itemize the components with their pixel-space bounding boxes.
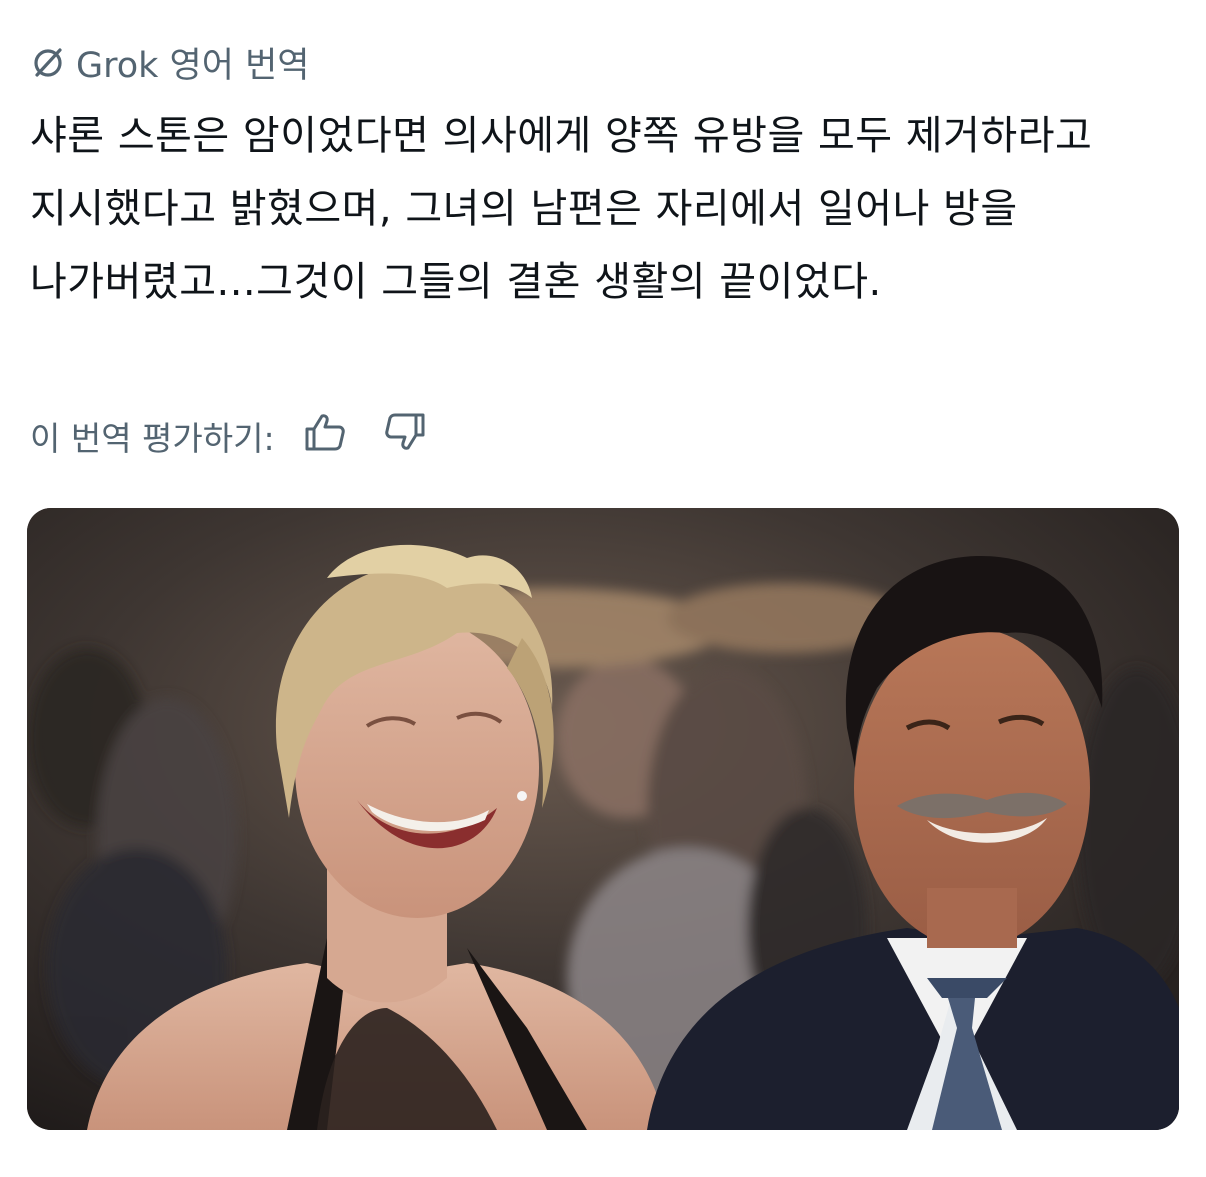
grok-translation-label: Grok 영어 번역 [76,45,310,86]
thumbs-down-icon [383,412,427,460]
thumbs-up-button[interactable] [297,410,353,462]
photo-illustration [27,508,1179,1130]
rate-translation-row: 이 번역 평가하기: [30,410,433,462]
grok-translation-header[interactable]: Grok 영어 번역 [30,38,309,86]
translated-post-text: 샤론 스톤은 암이었다면 의사에게 양쪽 유방을 모두 제거하라고 지시했다고 … [30,113,1093,305]
rate-translation-label: 이 번역 평가하기: [30,419,275,458]
thumbs-up-icon [303,412,347,460]
thumbs-down-button[interactable] [377,410,433,462]
grok-slash-icon [30,44,66,80]
post-photo[interactable] [27,508,1179,1130]
